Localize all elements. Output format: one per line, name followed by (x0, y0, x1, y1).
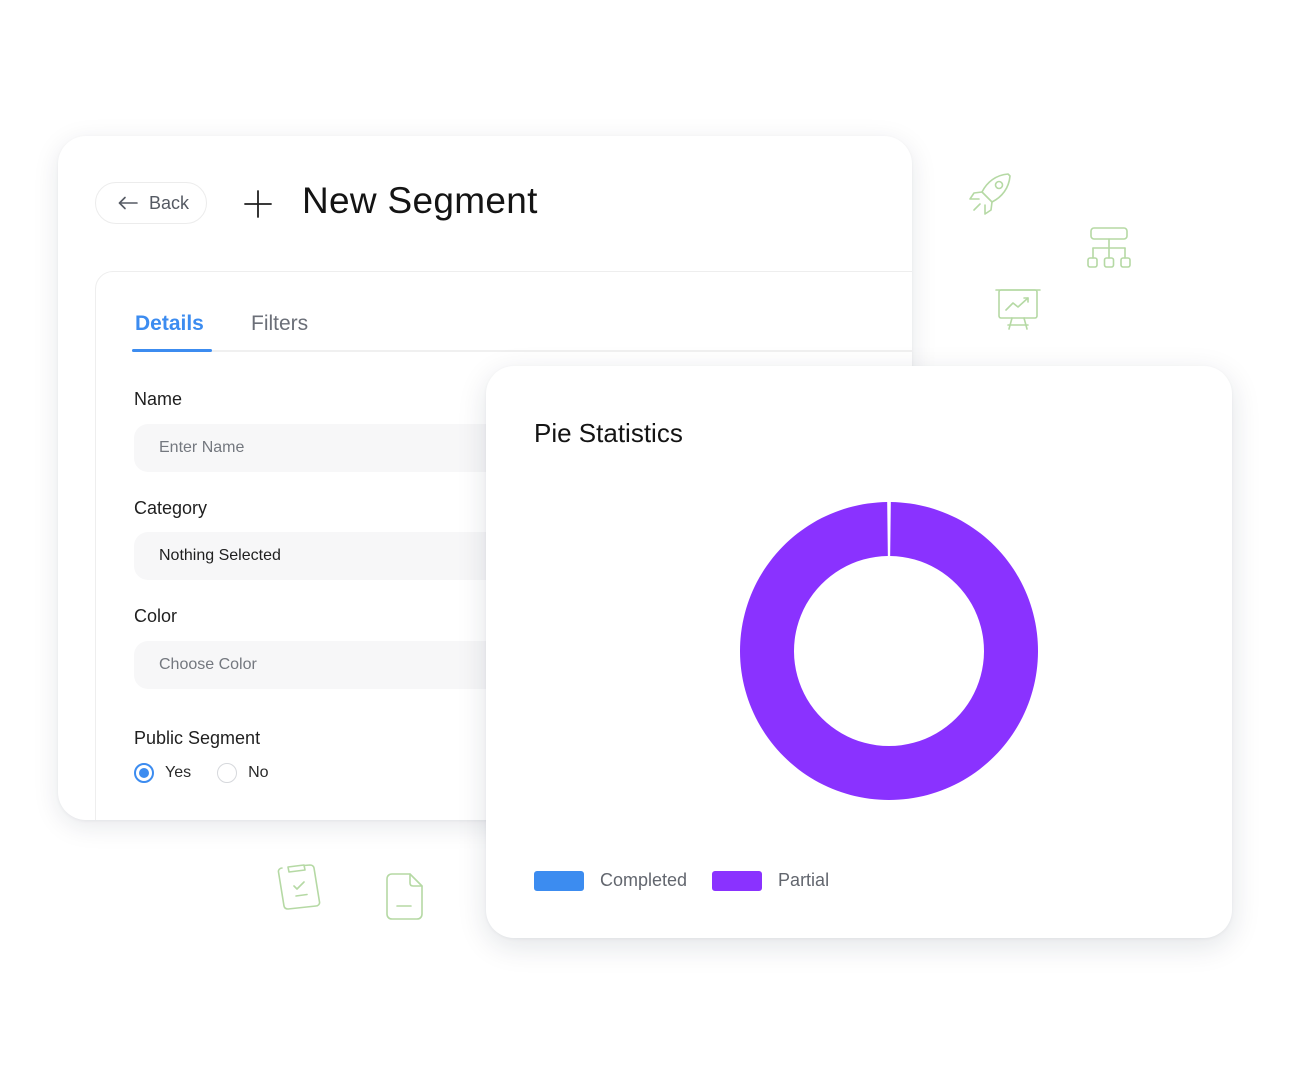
sitemap-icon (1087, 227, 1131, 268)
tab-bar-divider (132, 350, 912, 352)
legend-swatch-partial (712, 870, 763, 891)
pie-statistics-card: Pie Statistics Completed Partial (486, 366, 1232, 938)
name-label: Name (134, 389, 183, 409)
back-button-label: Back (149, 192, 190, 213)
back-arrow-icon (118, 196, 138, 210)
donut-slice-partial[interactable] (740, 502, 1038, 800)
tab-details[interactable]: Details (135, 312, 204, 336)
radio-no-label[interactable]: No (248, 764, 268, 782)
presentation-chart-icon (995, 289, 1041, 330)
legend-item-partial[interactable]: Partial (712, 870, 829, 891)
tab-bar: Details Filters (96, 272, 912, 352)
legend-swatch-completed (534, 870, 584, 891)
legend-label-partial: Partial (778, 870, 830, 890)
public-segment-radio-group: Yes No (134, 763, 269, 783)
tab-filters[interactable]: Filters (251, 312, 308, 336)
stage: Back New Segment Details Filters Name En… (0, 0, 1290, 1074)
chart-legend: Completed Partial (534, 870, 854, 891)
radio-no[interactable] (217, 763, 238, 783)
rocket-icon (969, 173, 1011, 215)
radio-yes[interactable] (134, 763, 154, 783)
plus-icon[interactable] (244, 190, 272, 218)
legend-item-completed[interactable]: Completed (534, 870, 687, 891)
donut-slices (740, 502, 1038, 800)
document-icon (386, 873, 423, 920)
category-label: Category (134, 498, 208, 518)
active-tab-indicator (132, 349, 212, 352)
clipboard-check-icon (277, 864, 321, 910)
donut-chart (740, 502, 1038, 800)
public-segment-label: Public Segment (134, 728, 261, 748)
radio-yes-label[interactable]: Yes (165, 764, 191, 782)
page-title: New Segment (302, 180, 538, 221)
legend-label-completed: Completed (600, 870, 688, 890)
back-button[interactable]: Back (95, 182, 207, 224)
color-label: Color (134, 606, 178, 626)
